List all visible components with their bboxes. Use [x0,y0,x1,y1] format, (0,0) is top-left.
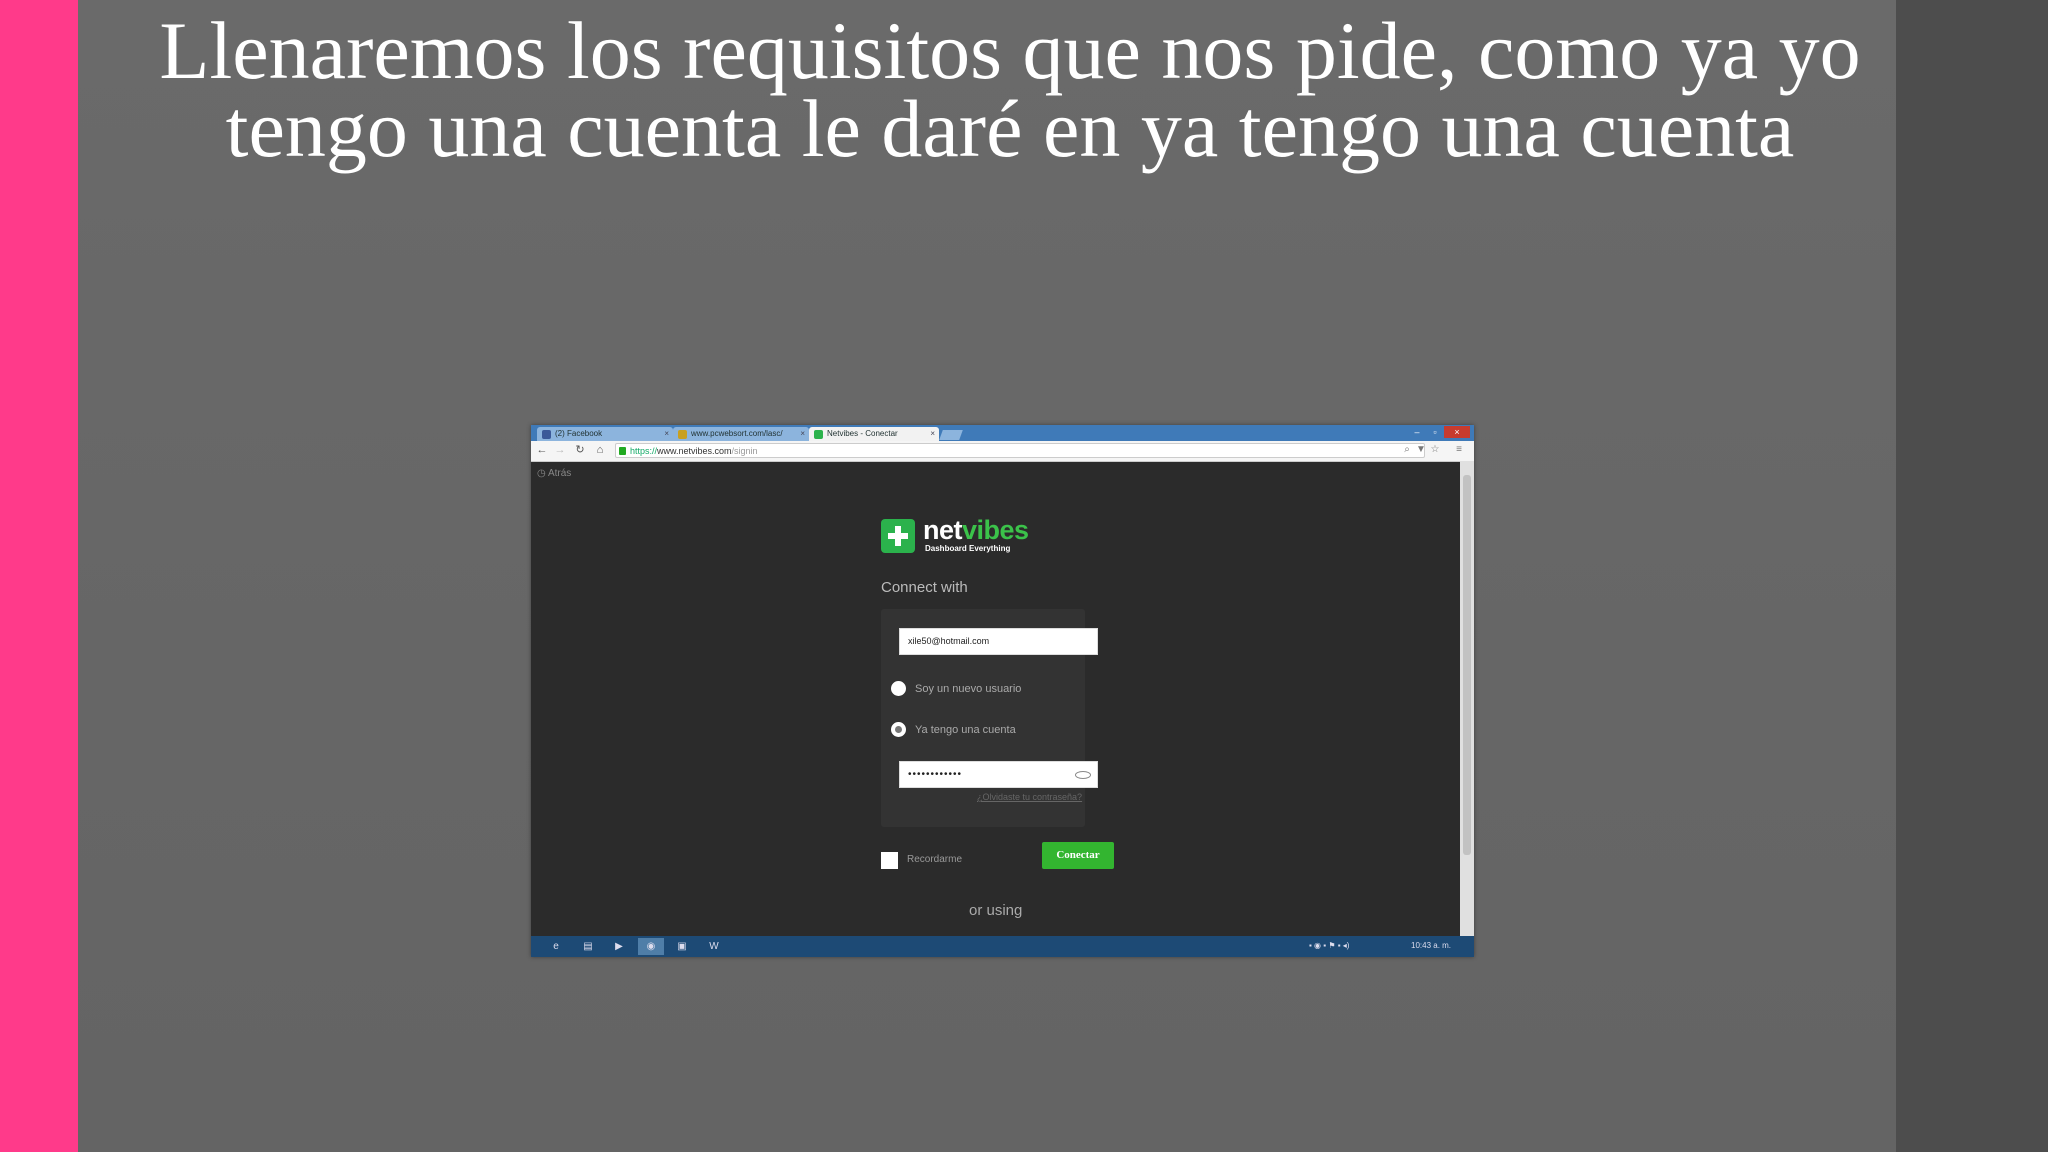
netvibes-logo-icon [881,519,915,553]
radio-existing-account[interactable] [891,722,906,737]
star-icon[interactable]: ☆ [1429,444,1441,456]
logo-net: net [923,515,963,545]
remember-me-checkbox[interactable] [881,852,898,869]
close-icon[interactable]: × [664,427,669,441]
search-icon[interactable]: ⌕ [1401,444,1413,456]
tab-label: Netvibes - Conectar [827,429,898,438]
chrome-icon[interactable]: ◉ [638,938,664,955]
right-side-bar [1896,0,2048,1152]
ie-icon[interactable]: e [543,938,569,955]
explorer-icon[interactable]: ▤ [575,938,601,955]
tab-label: www.pcwebsort.com/lasc/ [691,429,783,438]
menu-icon[interactable]: ≡ [1453,444,1465,456]
close-icon[interactable]: × [800,427,805,441]
window-close-icon[interactable]: × [1444,426,1470,438]
browser-toolbar: ← → ↻ ⌂ https://www.netvibes.com/signin … [531,441,1474,462]
windows-taskbar: e ▤ ▶ ◉ ▣ W ▪ ◉ ▪ ⚑ ▪ ◂) 10:43 a. m. [531,936,1474,957]
facebook-icon [542,430,551,439]
tab-label: (2) Facebook [555,429,603,438]
close-icon[interactable]: × [930,427,935,441]
url-path: /signin [731,446,758,456]
lock-icon [619,447,626,455]
back-link[interactable]: ◷ Atrás [537,468,571,479]
browser-screenshot: (2) Facebook × www.pcwebsort.com/lasc/ ×… [531,425,1474,957]
logo-tagline: Dashboard Everything [925,544,1011,553]
netvibes-logo: netvibes [923,515,1029,546]
scrollbar-thumb[interactable] [1463,475,1471,855]
media-icon[interactable]: ▶ [606,938,632,955]
radio-new-user[interactable] [891,681,906,696]
tab-bar: (2) Facebook × www.pcwebsort.com/lasc/ ×… [531,425,1474,441]
address-bar[interactable]: https://www.netvibes.com/signin [615,443,1425,458]
or-using-label: or using [969,902,1023,919]
logo-vibes: vibes [962,515,1029,545]
tab-pcwebsort[interactable]: www.pcwebsort.com/lasc/ × [673,427,809,441]
connect-with-heading: Connect with [881,579,968,596]
forgot-password-link[interactable]: ¿Olvidaste tu contraseña? [977,792,1082,802]
back-arrow-icon[interactable]: ← [535,443,549,457]
url-host: www.netvibes.com [657,446,732,456]
tray-icons[interactable]: ▪ ◉ ▪ ⚑ ▪ ◂) [1309,941,1349,950]
tab-facebook[interactable]: (2) Facebook × [537,427,673,441]
back-link-label: Atrás [547,468,572,479]
minimize-icon[interactable]: – [1408,426,1426,438]
remember-me-label: Recordarme [907,854,963,865]
filter-icon[interactable]: ▼ [1415,444,1427,456]
taskbar-clock: 10:43 a. m. [1411,941,1452,950]
connect-button[interactable]: Conectar [1042,842,1114,869]
site-icon [678,430,687,439]
radio-new-user-label: Soy un nuevo usuario [915,683,1022,695]
new-tab-button[interactable] [939,430,963,440]
word-icon[interactable]: W [701,938,727,955]
tab-netvibes[interactable]: Netvibes - Conectar × [809,427,939,441]
email-field[interactable]: xile50@hotmail.com [899,628,1098,655]
slide-title: Llenaremos los requisitos que nos pide, … [159,5,1861,174]
url-scheme: https:// [630,446,658,456]
netvibes-icon [814,430,823,439]
forward-arrow-icon[interactable]: → [553,443,567,457]
reload-icon[interactable]: ↻ [573,443,587,457]
show-password-eye-icon[interactable] [1075,771,1091,779]
home-icon[interactable]: ⌂ [593,443,607,457]
password-field[interactable]: •••••••••••• [899,761,1098,788]
maximize-icon[interactable]: ▫ [1426,426,1444,438]
pink-side-bar [0,0,78,1152]
app-icon[interactable]: ▣ [669,938,695,955]
radio-existing-account-label: Ya tengo una cuenta [915,724,1016,736]
